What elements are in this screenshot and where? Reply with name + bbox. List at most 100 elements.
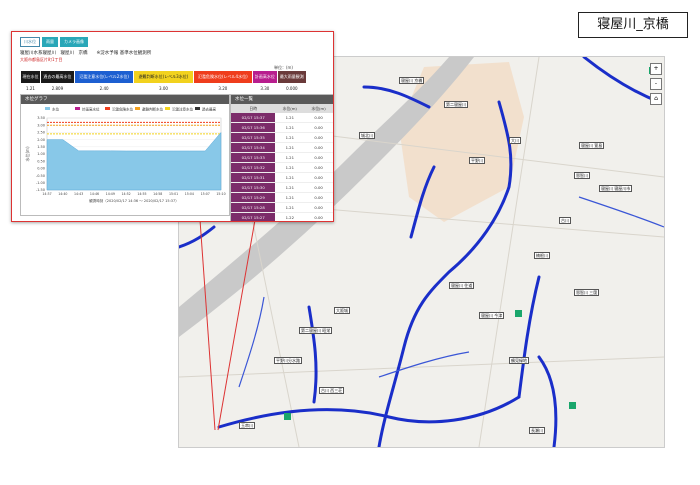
map-label[interactable]: 城北川 xyxy=(359,132,375,139)
map-label[interactable]: 平野川分水路 xyxy=(274,357,302,364)
list-cell: 02/17 15:31 xyxy=(231,172,276,183)
map-label[interactable]: 寝屋川 住道 xyxy=(449,282,475,289)
level-header: 最大雨量観測 xyxy=(276,70,308,84)
legend-label: 避難判断水位 xyxy=(142,107,163,112)
map-label[interactable]: 長瀬川 xyxy=(529,427,545,434)
table-row: 02/17 15:28 1.21 0.00 xyxy=(231,202,333,213)
level-value: 3.30 xyxy=(252,83,278,93)
water-level-graph: 水位グラフ 水位 計画高水位 氾濫危険水位 避難判断水位 氾濫注意水位 過去最高 3.50 3… xyxy=(20,94,230,216)
x-tick-label: 14:58 xyxy=(153,192,162,196)
y-tick-label: -0.50 xyxy=(36,174,45,178)
list-cell: 02/17 15:37 xyxy=(231,113,276,123)
list-table: 日時 水位(m) 水位(m) 02/17 15:37 1.21 0.00 02/17 15… xyxy=(231,104,333,221)
table-row: 02/17 15:33 1.21 0.00 xyxy=(231,152,333,163)
map-label[interactable]: 鶴見緑地 xyxy=(509,357,529,364)
map-label[interactable]: 大阪城 xyxy=(334,307,350,314)
x-tick-label: 15:04 xyxy=(185,192,194,196)
map-label[interactable]: 寝屋川 京橋 xyxy=(399,77,425,84)
station-marker[interactable] xyxy=(569,402,576,409)
map-label[interactable]: 恩智川 三箇 xyxy=(574,289,600,296)
legend-label: 過去最高 xyxy=(202,107,216,112)
legend-label: 水位 xyxy=(52,107,59,112)
list-header: 日時 xyxy=(231,104,276,113)
station-name: 寝屋川水系寝屋川 寝屋川 京橋 ※淀水予報 基準水位観測所 xyxy=(20,51,152,56)
x-tick-label: 14:40 xyxy=(58,192,67,196)
map-label[interactable]: 寝屋川 萱島 xyxy=(579,142,605,149)
list-cell: 1.21 xyxy=(275,162,305,173)
map-label[interactable]: 古川 xyxy=(559,217,571,224)
y-tick-label: 0.00 xyxy=(37,167,45,171)
list-cell: 1.21 xyxy=(275,192,305,203)
level-header: 氾濫危険水位(レベル4水位) xyxy=(192,70,254,84)
map-label[interactable]: 恩智川 xyxy=(574,172,590,179)
map-label[interactable]: 古川 西三荘 xyxy=(319,387,345,394)
station-marker[interactable] xyxy=(515,310,522,317)
map-label[interactable]: 第二寝屋川 xyxy=(444,101,468,108)
y-tick-label: 2.50 xyxy=(37,131,45,135)
table-row: 02/17 15:32 1.21 0.00 xyxy=(231,162,333,173)
list-cell: 02/17 15:33 xyxy=(231,152,276,163)
level-header: 計画高水位 xyxy=(252,70,278,84)
map-controls: + - ⌂ xyxy=(650,63,662,108)
graph-title: 水位グラフ xyxy=(21,95,229,104)
level-value: 0.000 xyxy=(276,83,308,93)
level-header: 氾濫注意水位(レベル2水位) xyxy=(73,70,135,84)
tab-water-level[interactable]: 川水位 xyxy=(20,37,40,47)
level-table: 現在水位 過去の最高水位 氾濫注意水位(レベル2水位) 避難判断水位(レベル3水位) 氾… xyxy=(20,70,308,93)
table-row: 02/17 15:36 1.21 0.00 xyxy=(231,122,333,133)
x-tick-label: 15:07 xyxy=(201,192,210,196)
list-cell: 1.21 xyxy=(275,113,305,123)
list-cell: 0.00 xyxy=(304,202,333,213)
x-tick-label: 14:52 xyxy=(121,192,130,196)
y-tick-label: 1.00 xyxy=(37,152,45,156)
zoom-in-button[interactable]: + xyxy=(650,63,662,75)
y-tick-label: -1.00 xyxy=(36,181,45,185)
map-label[interactable]: 寝屋川 寝屋川市 xyxy=(599,185,633,192)
x-tick-label: 14:46 xyxy=(90,192,99,196)
level-value: 3.20 xyxy=(192,83,254,93)
level-value: 3.00 xyxy=(133,83,194,93)
list-cell: 02/17 15:28 xyxy=(231,202,276,213)
list-cell: 1.21 xyxy=(275,152,305,163)
y-tick-label: 3.00 xyxy=(37,123,45,127)
y-tick-label: 2.00 xyxy=(37,138,45,142)
zoom-out-button[interactable]: - xyxy=(650,78,662,90)
legend-swatch xyxy=(75,107,80,110)
legend-label: 氾濫注意水位 xyxy=(172,107,193,112)
list-cell: 0.00 xyxy=(304,162,333,173)
list-cell: 02/17 15:32 xyxy=(231,162,276,173)
legend-swatch xyxy=(165,107,170,110)
station-marker[interactable] xyxy=(284,413,291,420)
x-tick-label: 15:01 xyxy=(169,192,178,196)
list-cell: 02/17 15:29 xyxy=(231,192,276,203)
list-title: 水位一覧 xyxy=(231,95,333,104)
home-button[interactable]: ⌂ xyxy=(650,93,662,105)
x-tick-label: 14:49 xyxy=(106,192,115,196)
x-tick-label: 14:55 xyxy=(137,192,146,196)
list-cell: 0.00 xyxy=(304,122,333,133)
list-cell: 0.00 xyxy=(304,182,333,193)
map-label[interactable]: 楠根川 xyxy=(534,252,550,259)
list-cell: 1.21 xyxy=(275,122,305,133)
map-label[interactable]: 寝屋川 今津 xyxy=(479,312,505,319)
map-label[interactable]: 大川 xyxy=(509,137,521,144)
legend-swatch xyxy=(135,107,140,110)
list-cell: 02/17 15:36 xyxy=(231,122,276,133)
y-tick-label: 3.50 xyxy=(37,116,45,120)
station-address: 大阪市都島区片町1丁目 xyxy=(20,57,63,62)
map-label[interactable]: 平野川 xyxy=(469,157,485,164)
y-axis-label: 水位(m) xyxy=(24,146,30,161)
level-header: 現在水位 xyxy=(20,70,41,84)
level-header: 避難判断水位(レベル3水位) xyxy=(133,70,194,84)
tab-camera[interactable]: カメラ画像 xyxy=(60,37,88,47)
map-label[interactable]: 第二寝屋川 昭栄 xyxy=(299,327,333,334)
tab-rainfall[interactable]: 雨量 xyxy=(42,37,58,47)
level-value: 2.809 xyxy=(39,83,75,93)
water-level-list: 水位一覧 日時 水位(m) 水位(m) 02/17 15:37 1.21 0.00 02/… xyxy=(230,94,333,221)
station-popup: 川水位 雨量 カメラ画像 寝屋川水系寝屋川 寝屋川 京橋 ※淀水予報 基準水位観… xyxy=(11,31,334,222)
x-tick-label: 15:10 xyxy=(216,192,225,196)
table-row: 02/17 15:35 1.21 0.00 xyxy=(231,132,333,143)
legend-label: 計画高水位 xyxy=(82,107,100,112)
list-cell: 0.00 xyxy=(304,142,333,153)
map-label[interactable]: 玉串川 xyxy=(239,422,255,429)
